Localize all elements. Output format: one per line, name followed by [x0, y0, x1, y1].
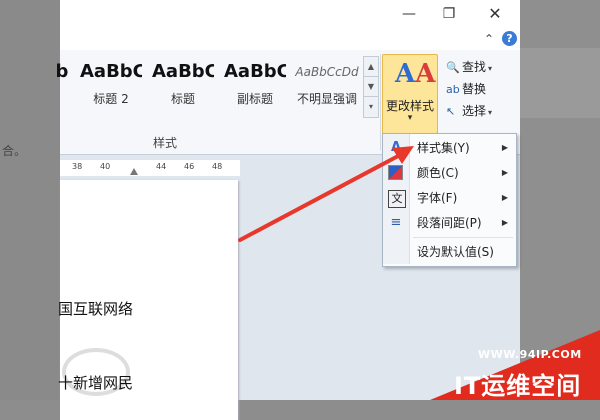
- arrow-head: [392, 146, 414, 164]
- watermark-name: IT运维空间: [454, 372, 582, 400]
- site-watermark: WWW.94IP.COM IT运维空间: [430, 330, 600, 400]
- watermark-url: WWW.94IP.COM: [478, 348, 582, 361]
- arrow-shaft: [238, 153, 402, 242]
